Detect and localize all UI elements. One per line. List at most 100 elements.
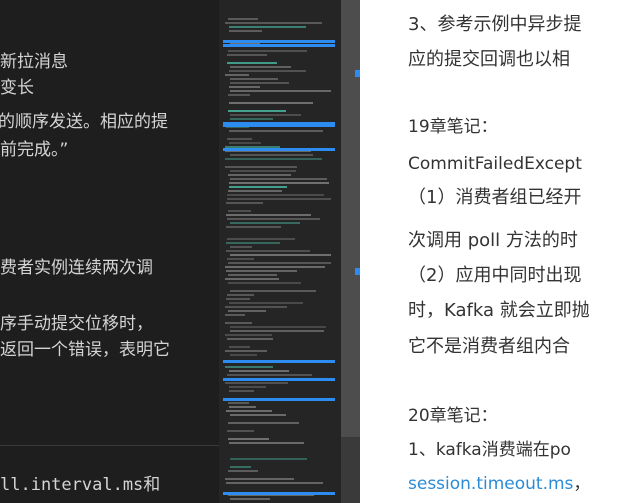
note-line: （2）应用中同时出现 xyxy=(408,265,582,286)
minimap-line xyxy=(229,406,256,408)
minimap-line xyxy=(225,22,322,24)
minimap-highlight xyxy=(223,378,335,381)
minimap-line xyxy=(230,154,313,156)
minimap-line xyxy=(230,82,289,84)
minimap-line xyxy=(228,274,277,276)
minimap-line xyxy=(227,238,295,240)
minimap-line xyxy=(229,346,250,348)
chapter-19-heading: 19章笔记： xyxy=(408,117,498,137)
minimap-line xyxy=(230,458,307,460)
minimap-line xyxy=(225,266,325,268)
minimap-line xyxy=(226,482,323,484)
minimap-highlight xyxy=(223,360,335,363)
minimap-line xyxy=(229,386,266,388)
minimap-line xyxy=(230,354,257,356)
note-line: 1、kafka消费端在po xyxy=(408,440,571,460)
session-timeout-link[interactable]: session.timeout.ms xyxy=(408,474,573,494)
editor-divider xyxy=(0,445,219,446)
minimap-highlight xyxy=(223,398,335,401)
minimap-line xyxy=(229,390,254,392)
minimap-line xyxy=(228,282,301,284)
minimap-line xyxy=(225,74,249,76)
minimap-line xyxy=(230,246,252,248)
minimap-line xyxy=(228,110,286,112)
minimap-line xyxy=(229,442,304,444)
note-line: 它不是消费者组内合 xyxy=(408,336,570,357)
minimap-line xyxy=(229,86,260,88)
minimap-line xyxy=(229,142,261,144)
minimap-line xyxy=(229,26,306,28)
minimap-line xyxy=(230,414,286,416)
minimap-line xyxy=(230,114,301,116)
vertical-scrollbar[interactable] xyxy=(341,0,360,503)
minimap-line xyxy=(226,242,280,244)
minimap-line xyxy=(230,330,324,332)
minimap-line xyxy=(228,310,266,312)
minimap-line xyxy=(230,66,291,68)
note-line: 3、参考示例中异步提 xyxy=(408,14,582,35)
minimap-line xyxy=(229,302,303,304)
minimap-line xyxy=(225,366,273,368)
minimap-line xyxy=(228,422,299,424)
minimap-line xyxy=(227,198,331,200)
minimap-line xyxy=(226,214,311,216)
editor-pane[interactable]: 新拉消息 变长 的顺序发送。相应的提 前完成。” 费者实例连续两次调 序手动提交… xyxy=(0,0,219,503)
minimap-line xyxy=(229,370,289,372)
minimap-line xyxy=(230,466,251,468)
minimap-line xyxy=(226,410,272,412)
minimap-line xyxy=(227,258,254,260)
minimap-line xyxy=(229,186,287,188)
note-line: 时，Kafka 就会立即抛 xyxy=(408,300,590,321)
minimap-line xyxy=(225,158,322,160)
minimap-line xyxy=(228,18,258,20)
scrollbar-thumb[interactable] xyxy=(341,0,360,437)
minimap-line xyxy=(227,338,273,340)
minimap-line xyxy=(228,174,291,176)
minimap-line xyxy=(230,326,326,328)
minimap-line xyxy=(227,294,254,296)
minimap-line xyxy=(230,90,331,92)
minimap-line xyxy=(226,202,263,204)
minimap-line xyxy=(225,334,272,336)
editor-line: 费者实例连续两次调 xyxy=(0,258,153,278)
minimap-line xyxy=(227,62,277,64)
editor-line: 变长 xyxy=(0,78,34,98)
note-line: 应的提交回调也以相 xyxy=(408,49,570,70)
minimap-line xyxy=(226,270,297,272)
minimap-line xyxy=(230,78,278,80)
minimap-line xyxy=(228,190,282,192)
minimap-line xyxy=(230,170,296,172)
minimap-line xyxy=(229,70,306,72)
editor-code-line: ll.interval.ms和 xyxy=(0,475,161,495)
minimap-line xyxy=(230,178,327,180)
link-suffix: ， xyxy=(573,474,591,494)
minimap-highlight xyxy=(223,40,335,43)
minimap-line xyxy=(225,278,279,280)
minimap-line xyxy=(227,430,254,432)
minimap-line xyxy=(227,54,267,56)
minimap[interactable] xyxy=(219,0,341,503)
minimap-line xyxy=(225,478,294,480)
minimap-line xyxy=(225,314,245,316)
minimap-line xyxy=(225,306,287,308)
note-line-with-link: session.timeout.ms， xyxy=(408,471,590,497)
minimap-line xyxy=(225,382,288,384)
minimap-line xyxy=(226,250,310,252)
minimap-line xyxy=(225,322,252,324)
minimap-highlight xyxy=(223,124,335,127)
editor-line: 返回一个错误，表明它 xyxy=(0,340,170,360)
notes-pane: 3、参考示例中异步提 应的提交回调也以相 19章笔记： CommitFailed… xyxy=(360,0,625,503)
minimap-line xyxy=(230,290,316,292)
note-line: CommitFailedExcept xyxy=(408,154,582,174)
minimap-highlight xyxy=(223,148,335,151)
minimap-highlight xyxy=(223,44,335,47)
minimap-highlight xyxy=(223,492,335,495)
minimap-line xyxy=(227,194,324,196)
minimap-line xyxy=(227,218,320,220)
minimap-line xyxy=(230,222,300,224)
editor-line: 前完成。” xyxy=(0,140,69,160)
minimap-line xyxy=(225,166,297,168)
minimap-line xyxy=(227,138,252,140)
minimap-line xyxy=(230,118,273,120)
editor-line: 序手动提交位移时， xyxy=(0,314,153,334)
